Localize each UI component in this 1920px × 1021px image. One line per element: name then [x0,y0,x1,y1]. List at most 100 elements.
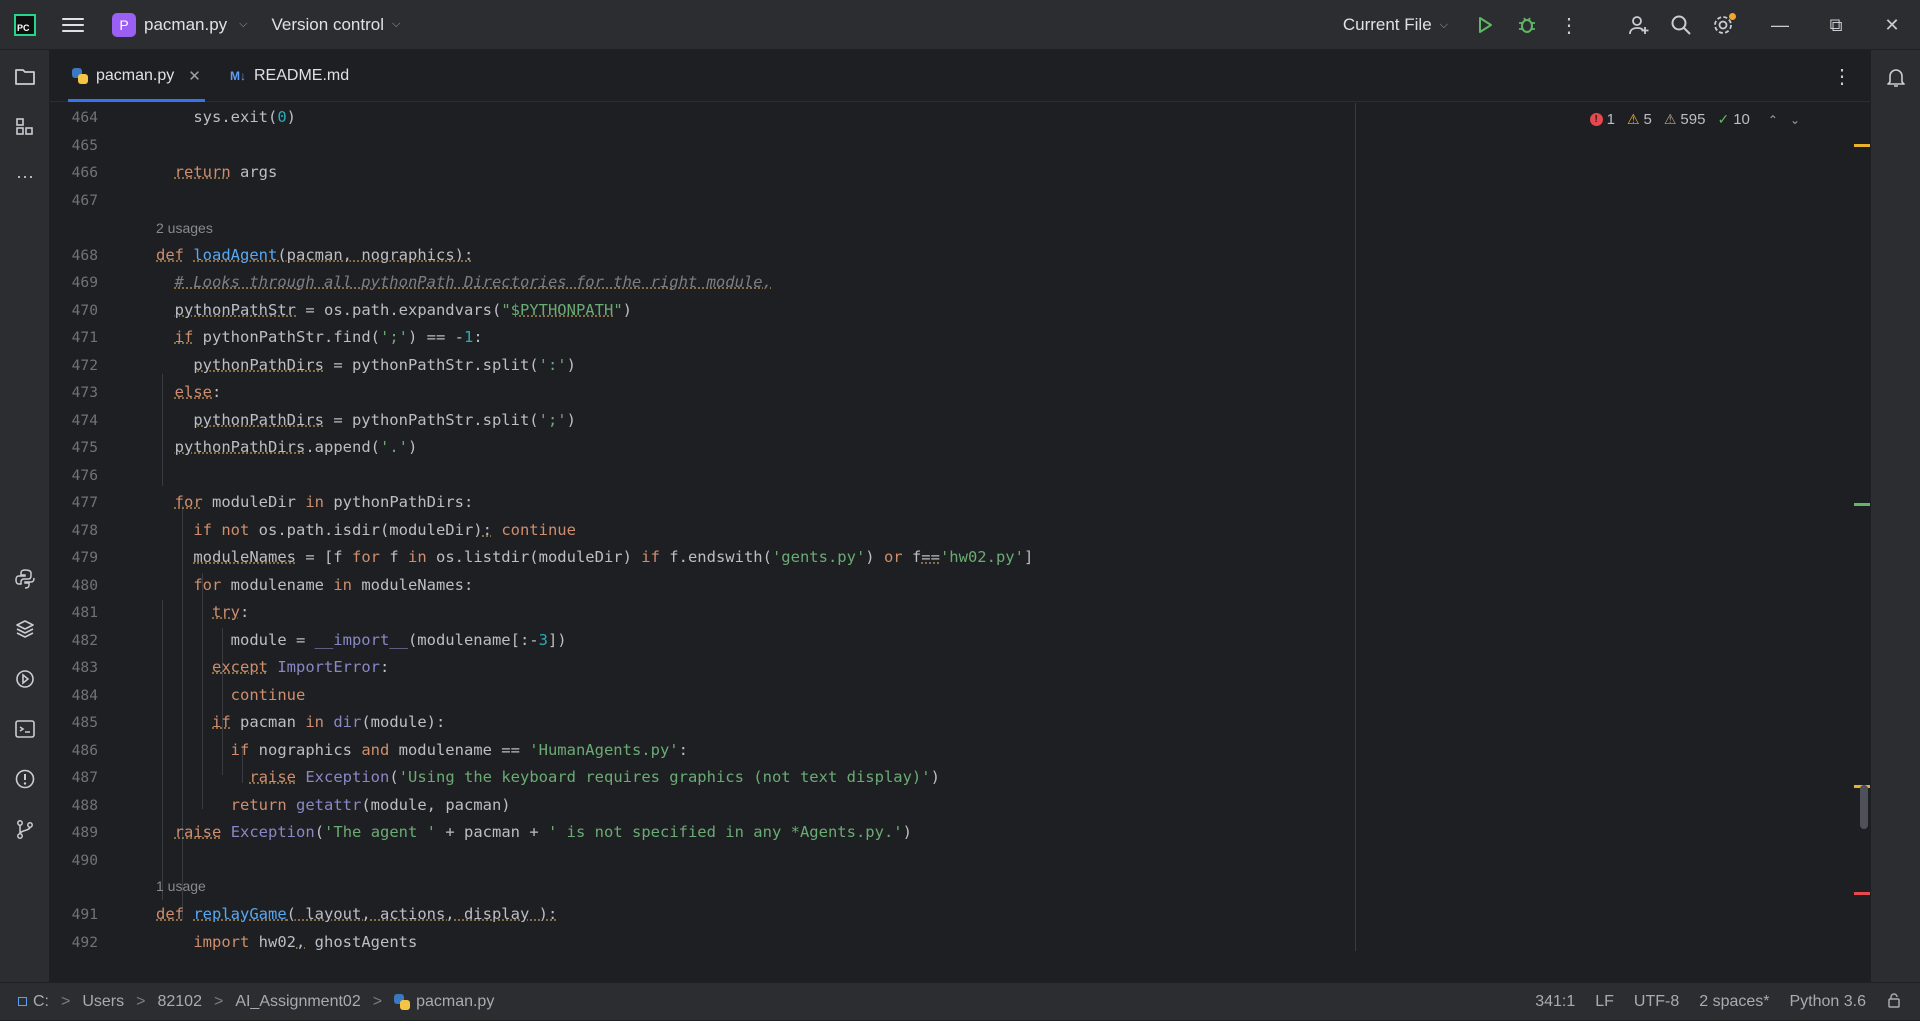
usages-hint[interactable]: 2 usages [156,220,213,236]
error-stripe-marker[interactable] [1854,892,1870,895]
breadcrumb-item[interactable]: AI_Assignment02 [235,993,360,1011]
caret-position[interactable]: 341:1 [1535,993,1575,1011]
change-stripe-marker[interactable] [1854,503,1870,506]
code-line[interactable]: pythonPathStr = os.path.expandvars("$PYT… [156,301,632,319]
code-line[interactable]: import hw02, ghostAgents [156,933,417,951]
python-interpreter[interactable]: Python 3.6 [1790,993,1867,1011]
restore-button[interactable]: ⧉ [1808,0,1864,50]
breadcrumb-item[interactable]: pacman.py [416,993,494,1011]
main-menu-icon[interactable] [62,18,84,32]
status-bar: C: > Users > 82102 > AI_Assignment02 > p… [0,982,1920,1020]
file-encoding[interactable]: UTF-8 [1634,993,1679,1011]
breadcrumb-item[interactable]: Users [82,993,124,1011]
code-line[interactable]: module = __import__(modulename[:-3]) [156,631,567,649]
code-line[interactable]: moduleNames = [f for f in os.listdir(mod… [156,548,1033,566]
code-line[interactable]: for moduleDir in pythonPathDirs: [156,493,473,511]
line-number: 466 [50,164,98,181]
services-icon[interactable] [12,666,38,692]
close-window-button[interactable]: ✕ [1864,0,1920,50]
line-number: 470 [50,302,98,319]
line-number: 472 [50,357,98,374]
add-user-icon[interactable] [1626,12,1652,38]
code-line[interactable]: def replayGame( layout, actions, display… [156,905,557,923]
code-line[interactable]: if pythonPathStr.find(';') == -1: [156,328,483,346]
tab-pacman-py[interactable]: pacman.py ✕ [68,50,205,101]
project-folder-icon[interactable] [12,64,38,90]
line-number: 464 [50,109,98,126]
code-line[interactable]: pythonPathDirs = pythonPathStr.split(';'… [156,411,576,429]
line-number: 488 [50,797,98,814]
code-editor[interactable]: ! 1 ⚠ 5 ⚠ 595 ✓ 10 ⌃ ⌄ 464 465 466 467 468 4… [50,103,1870,951]
breadcrumb: C: > Users > 82102 > AI_Assignment02 > p… [18,993,494,1011]
code-line[interactable]: if nographics and modulename == 'HumanAg… [156,741,688,759]
problems-icon[interactable] [12,766,38,792]
close-tab-icon[interactable]: ✕ [188,67,201,85]
run-icon[interactable] [1472,12,1498,38]
code-line[interactable]: return getattr(module, pacman) [156,796,511,814]
code-line[interactable]: if pacman in dir(module): [156,713,445,731]
update-dot-icon [1729,13,1736,20]
git-branch-icon[interactable] [12,816,38,842]
line-number: 465 [50,137,98,154]
drive-icon [18,997,27,1006]
structure-icon[interactable] [12,114,38,140]
previous-problem-icon[interactable]: ⌃ [1768,113,1778,127]
line-number: 474 [50,412,98,429]
vcs-selector[interactable]: Version control ⌵ [272,15,401,35]
code-line[interactable]: if not os.path.isdir(moduleDir): continu… [156,521,576,539]
code-line[interactable]: continue [156,686,305,704]
code-line[interactable]: return args [156,163,277,181]
right-tool-strip [1870,50,1920,982]
warning-stripe-marker[interactable] [1854,144,1870,147]
line-separator[interactable]: LF [1595,993,1614,1011]
code-line[interactable]: else: [156,383,221,401]
indent-setting[interactable]: 2 spaces* [1699,993,1769,1011]
line-number: 492 [50,934,98,951]
more-actions-icon[interactable]: ⋮ [1556,12,1582,38]
errors-count[interactable]: ! 1 [1590,111,1615,128]
run-configuration-selector[interactable]: Current File ⌵ [1343,15,1448,35]
typos-count[interactable]: ✓ 10 [1717,111,1749,128]
breadcrumb-item[interactable]: 82102 [157,993,202,1011]
chevron-down-icon: ⌵ [392,18,400,31]
debug-icon[interactable] [1514,12,1540,38]
settings-gear-icon[interactable] [1710,12,1736,38]
editor-scrollbar-thumb[interactable] [1860,785,1868,829]
code-line[interactable]: pythonPathDirs.append('.') [156,438,417,456]
editor-tabs: pacman.py ✕ M↓ README.md ⋮ [50,50,1870,102]
next-problem-icon[interactable]: ⌄ [1790,113,1800,127]
tab-readme-md[interactable]: M↓ README.md [230,50,349,101]
code-line[interactable]: pythonPathDirs = pythonPathStr.split(':'… [156,356,576,374]
code-line[interactable]: def loadAgent(pacman, nographics): [156,246,473,264]
inspection-widget[interactable]: ! 1 ⚠ 5 ⚠ 595 ✓ 10 ⌃ ⌄ [1590,111,1800,128]
warnings-count[interactable]: ⚠ 5 [1627,111,1652,128]
code-line[interactable]: for modulename in moduleNames: [156,576,473,594]
python-console-icon[interactable] [12,566,38,592]
tab-label: pacman.py [96,67,174,85]
notifications-bell-icon[interactable] [1883,64,1909,90]
code-line[interactable]: sys.exit(0) [156,108,296,126]
python-file-icon [72,68,88,84]
usages-hint[interactable]: 1 usage [156,878,206,894]
code-line[interactable]: raise Exception('The agent ' + pacman + … [156,823,912,841]
code-line[interactable]: except ImportError: [156,658,389,676]
minimize-button[interactable]: — [1752,0,1808,50]
code-line[interactable]: try: [156,603,249,621]
more-tools-icon[interactable]: ⋯ [12,164,38,190]
code-line[interactable]: # Looks through all pythonPath Directori… [156,273,772,291]
line-number: 473 [50,384,98,401]
project-selector[interactable]: P pacman.py ⌵ [112,13,248,37]
code-line[interactable]: raise Exception('Using the keyboard requ… [156,768,940,786]
tab-actions-icon[interactable]: ⋮ [1832,64,1852,89]
weak-warnings-count[interactable]: ⚠ 595 [1664,111,1706,128]
python-packages-icon[interactable] [12,616,38,642]
line-number: 485 [50,714,98,731]
breadcrumb-item[interactable]: C: [33,993,49,1011]
search-icon[interactable] [1668,12,1694,38]
terminal-icon[interactable] [12,716,38,742]
line-number: 479 [50,549,98,566]
vcs-label: Version control [272,15,384,35]
read-only-lock-icon[interactable] [1886,992,1902,1013]
pycharm-logo-icon[interactable]: PC [14,14,36,36]
line-number: 480 [50,577,98,594]
